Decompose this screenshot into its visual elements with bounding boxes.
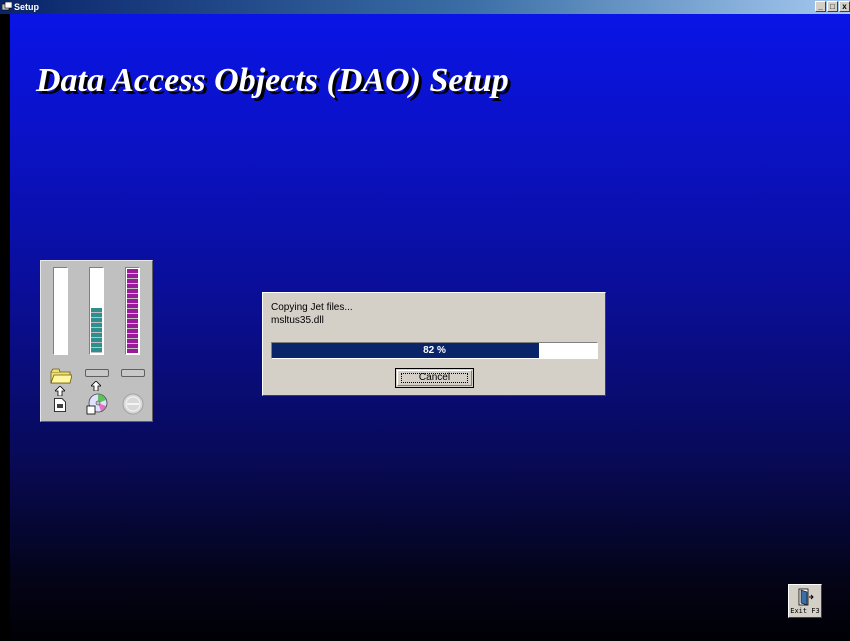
memory-meter	[125, 267, 140, 355]
folder-icon	[50, 368, 72, 384]
arrow-up-icon	[55, 386, 65, 396]
window-title: Setup	[14, 2, 40, 12]
destination-disk-meter	[53, 267, 68, 355]
drive-slot-icon	[85, 369, 109, 377]
exit-door-icon	[798, 588, 814, 606]
progress-dialog: Copying Jet files... msltus35.dll 82 % C…	[262, 292, 606, 396]
source-disk-meter-fill	[91, 307, 102, 353]
memory-slot-icon	[121, 369, 145, 377]
setup-app-icon	[2, 2, 12, 11]
exit-button[interactable]: Exit F3	[788, 584, 822, 618]
setup-title: Data Access Objects (DAO) Setup	[36, 62, 509, 99]
title-bar[interactable]: Setup _ □ x	[0, 0, 850, 14]
exit-label: Exit F3	[790, 607, 820, 615]
close-button[interactable]: x	[839, 1, 850, 12]
source-disk-meter	[89, 267, 104, 355]
progress-percent-label: 82 %	[423, 345, 446, 356]
setup-window: Setup _ □ x Data Access Objects (DAO) Se…	[0, 0, 850, 641]
minimize-button[interactable]: _	[815, 1, 826, 12]
focus-rectangle	[401, 373, 468, 383]
current-filename: msltus35.dll	[271, 315, 324, 326]
window-controls: _ □ x	[815, 1, 850, 13]
meters-panel	[40, 260, 153, 422]
cancel-button[interactable]: Cancel	[395, 368, 474, 388]
progress-bar: 82 %	[271, 342, 598, 359]
arrow-up-icon	[91, 381, 101, 391]
memory-meter-fill	[127, 269, 138, 353]
memory-icon	[122, 393, 144, 415]
document-icon	[54, 398, 66, 412]
status-text: Copying Jet files...	[271, 302, 353, 313]
cd-icon	[86, 393, 108, 415]
maximize-button[interactable]: □	[827, 1, 838, 12]
